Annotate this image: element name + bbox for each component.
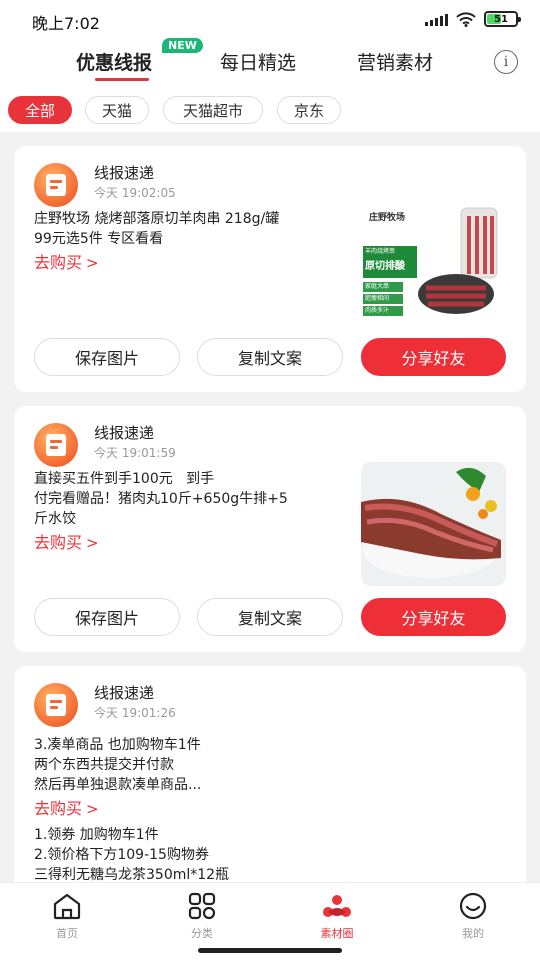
status-icons: 51 bbox=[425, 11, 521, 27]
tabbar-material-circle-label: 素材圈 bbox=[320, 927, 354, 940]
buy-link[interactable]: 去购买 > bbox=[34, 529, 99, 553]
tabbar-home-label: 首页 bbox=[56, 927, 78, 940]
home-icon bbox=[53, 893, 81, 920]
deal-text: 直接买五件到手100元 到手 付完看赠品！猪肉丸10斤+650g牛排+5 斤水饺 bbox=[34, 471, 288, 527]
buy-label: 去购买 bbox=[34, 253, 83, 272]
sender-name: 线报速递 bbox=[94, 424, 155, 442]
category-icon bbox=[188, 892, 216, 920]
tabbar-home[interactable]: 首页 bbox=[22, 891, 112, 941]
tab-marketing-materials[interactable]: 营销素材 bbox=[357, 48, 433, 75]
tab-daily-picks[interactable]: 每日精选 bbox=[220, 48, 296, 75]
new-badge: NEW bbox=[162, 38, 203, 53]
status-time: 晚上7:02 bbox=[32, 14, 100, 33]
product-tag: 家庭大串 bbox=[365, 283, 390, 290]
deal-text: 3.凑单商品 也加购物车1件 两个东西共提交并付款 然后再单独退款凑单商品... bbox=[34, 737, 202, 793]
product-tag: 羊肉烧烤串 bbox=[365, 248, 396, 255]
save-image-button[interactable]: 保存图片 bbox=[34, 338, 180, 376]
deal-card: 线报速递 今天 19:02:05 庄野牧场 烧烤部落原切羊肉串 218g/罐 9… bbox=[14, 146, 526, 392]
deal-extra-text: 1.领券 加购物车1件 2.领价格下方109-15购物券 三得利无糖乌龙茶350… bbox=[34, 827, 230, 883]
avatar bbox=[34, 423, 78, 467]
tabbar-category[interactable]: 分类 bbox=[157, 891, 247, 941]
tabbar-profile[interactable]: 我的 bbox=[428, 891, 518, 941]
filter-all[interactable]: 全部 bbox=[8, 96, 72, 124]
buy-label: 去购买 bbox=[34, 533, 83, 552]
cell-signal-icon bbox=[425, 12, 448, 26]
document-icon bbox=[46, 694, 66, 716]
copy-text-button[interactable]: 复制文案 bbox=[197, 338, 343, 376]
top-tab-bar: 优惠线报 NEW 每日精选 营销素材 i bbox=[0, 38, 540, 86]
post-time: 今天 19:02:05 bbox=[94, 186, 176, 200]
status-bar: 晚上7:02 51 bbox=[0, 0, 540, 38]
document-icon bbox=[46, 434, 66, 456]
filter-tmall-supermarket[interactable]: 天猫超市 bbox=[163, 96, 263, 124]
deal-card: 线报速递 今天 19:01:59 直接买五件到手100元 到手 付完看赠品！猪肉… bbox=[14, 406, 526, 652]
tab-deals[interactable]: 优惠线报 bbox=[76, 48, 152, 75]
share-friends-button[interactable]: 分享好友 bbox=[361, 598, 506, 636]
product-image[interactable]: 庄野牧场 羊肉烧烤串 原切排酸 家庭大串 肥瘦相间 肉质多汁 bbox=[361, 202, 506, 326]
home-indicator bbox=[198, 948, 342, 953]
material-circle-icon bbox=[323, 895, 351, 917]
buy-link[interactable]: 去购买 > bbox=[34, 795, 99, 819]
product-brand-label: 庄野牧场 bbox=[369, 213, 406, 223]
product-tag: 原切排酸 bbox=[365, 261, 405, 272]
avatar bbox=[34, 683, 78, 727]
battery-icon: 51 bbox=[484, 11, 521, 27]
post-time: 今天 19:01:59 bbox=[94, 446, 176, 460]
post-time: 今天 19:01:26 bbox=[94, 706, 176, 720]
buy-link[interactable]: 去购买 > bbox=[34, 249, 99, 273]
chevron-right-icon: > bbox=[86, 254, 99, 272]
deal-text: 庄野牧场 烧烤部落原切羊肉串 218g/罐 99元选5件 专区看看 bbox=[34, 211, 280, 247]
wifi-icon bbox=[456, 11, 476, 27]
save-image-button[interactable]: 保存图片 bbox=[34, 598, 180, 636]
product-tag: 肥瘦相间 bbox=[365, 295, 390, 302]
battery-level: 51 bbox=[494, 13, 508, 25]
tabbar-profile-label: 我的 bbox=[462, 927, 484, 940]
product-image[interactable] bbox=[361, 462, 506, 586]
steak-product-image bbox=[361, 462, 506, 586]
deal-card: 线报速递 今天 19:01:26 3.凑单商品 也加购物车1件 两个东西共提交并… bbox=[14, 666, 526, 896]
active-tab-indicator bbox=[95, 78, 149, 81]
profile-icon bbox=[459, 892, 487, 920]
chevron-right-icon: > bbox=[86, 800, 99, 818]
tabbar-material-circle[interactable]: 素材圈 bbox=[292, 891, 382, 941]
document-icon bbox=[46, 174, 66, 196]
filter-jd[interactable]: 京东 bbox=[277, 96, 341, 124]
product-tag: 肉质多汁 bbox=[365, 307, 390, 314]
buy-label: 去购买 bbox=[34, 799, 83, 818]
tabbar-category-label: 分类 bbox=[191, 927, 213, 940]
sender-name: 线报速递 bbox=[94, 164, 155, 182]
sender-name: 线报速递 bbox=[94, 684, 155, 702]
avatar bbox=[34, 163, 78, 207]
chevron-right-icon: > bbox=[86, 534, 99, 552]
share-friends-button[interactable]: 分享好友 bbox=[361, 338, 506, 376]
copy-text-button[interactable]: 复制文案 bbox=[197, 598, 343, 636]
filter-tmall[interactable]: 天猫 bbox=[85, 96, 149, 124]
filter-bar: 全部 天猫 天猫超市 京东 bbox=[0, 86, 540, 132]
info-icon[interactable]: i bbox=[494, 50, 518, 74]
